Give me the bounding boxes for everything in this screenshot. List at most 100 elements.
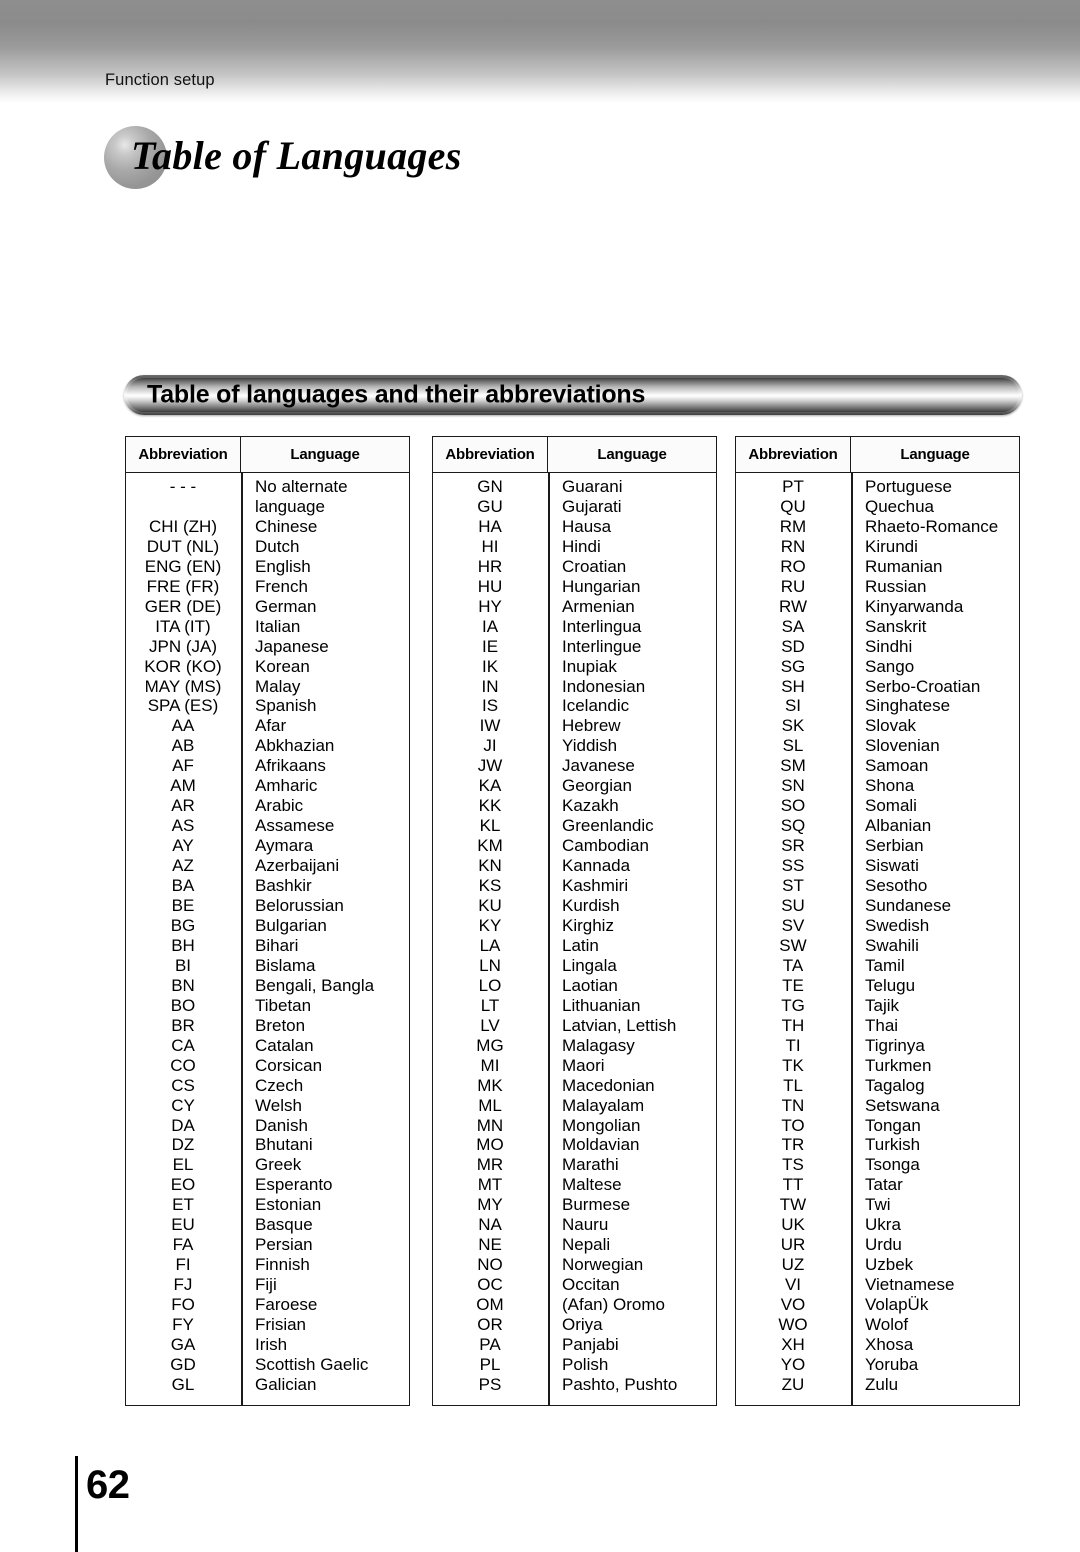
- table-row: NA Nauru: [433, 1215, 716, 1235]
- cell-abbreviation: HI: [481, 536, 499, 556]
- cell-abbreviation: OM: [476, 1295, 504, 1315]
- table-row: RW Kinyarwanda: [736, 597, 1019, 617]
- cell-abbreviation: EU: [171, 1215, 195, 1235]
- cell-abbreviation: BR: [171, 1015, 195, 1035]
- cell-abbreviation: IA: [481, 616, 499, 636]
- cell-language: Sesotho: [865, 876, 928, 896]
- table-row: TW Twi: [736, 1195, 1019, 1215]
- cell-language: Maltese: [562, 1175, 622, 1195]
- table-row: FA Persian: [126, 1235, 409, 1255]
- cell-abbreviation: UR: [780, 1235, 806, 1255]
- column-divider: [241, 473, 243, 1405]
- cell-language: Serbo-Croatian: [865, 676, 981, 696]
- cell-language: Slovak: [865, 716, 917, 736]
- section-banner: Table of languages and their abbreviatio…: [124, 375, 1022, 415]
- table-row: SW Swahili: [736, 936, 1019, 956]
- table-row: CA Catalan: [126, 1036, 409, 1056]
- cell-language: Lithuanian: [562, 995, 641, 1015]
- cell-abbreviation: SM: [780, 756, 806, 776]
- cell-abbreviation: AF: [172, 756, 194, 776]
- running-head: Function setup: [105, 71, 215, 89]
- table-row: EU Basque: [126, 1215, 409, 1235]
- cell-language: Georgian: [562, 776, 632, 796]
- table-row: BG Bulgarian: [126, 916, 409, 936]
- cell-language: Catalan: [255, 1035, 314, 1055]
- table-row: SO Somali: [736, 796, 1019, 816]
- cell-language: Abkhazian: [255, 736, 335, 756]
- table-header-row: Abbreviation Language: [433, 437, 716, 473]
- table-row: LN Lingala: [433, 956, 716, 976]
- table-row: IS Icelandic: [433, 696, 716, 716]
- cell-abbreviation: RO: [780, 556, 806, 576]
- cell-abbreviation: PL: [479, 1354, 501, 1374]
- table-row: TL Tagalog: [736, 1076, 1019, 1096]
- cell-language: Occitan: [562, 1275, 620, 1295]
- cell-abbreviation: SL: [782, 736, 804, 756]
- cell-language: Tajik: [865, 995, 900, 1015]
- cell-language: Kirundi: [865, 536, 918, 556]
- cell-language: Laotian: [562, 975, 618, 995]
- cell-abbreviation: TA: [782, 955, 804, 975]
- cell-language: Polish: [562, 1354, 609, 1374]
- cell-language: Yoruba: [865, 1354, 919, 1374]
- table-row: AZ Azerbaijani: [126, 856, 409, 876]
- cell-language: Scottish Gaelic: [255, 1354, 369, 1374]
- cell-language: Kurdish: [562, 896, 620, 916]
- table-row: IK Inupiak: [433, 657, 716, 677]
- cell-abbreviation: PS: [478, 1374, 502, 1394]
- table-row: ET Estonian: [126, 1195, 409, 1215]
- table-row: RU Russian: [736, 577, 1019, 597]
- cell-abbreviation: KK: [478, 796, 502, 816]
- cell-language: Dutch: [255, 536, 300, 556]
- table-row: BO Tibetan: [126, 996, 409, 1016]
- cell-language: Gujarati: [562, 496, 622, 516]
- cell-abbreviation: EO: [170, 1175, 196, 1195]
- cell-abbreviation: MG: [476, 1035, 504, 1055]
- table-row: GA Irish: [126, 1335, 409, 1355]
- column-header-language: Language: [290, 446, 360, 463]
- cell-abbreviation: DZ: [171, 1135, 195, 1155]
- cell-abbreviation: IN: [481, 676, 499, 696]
- table-row: SPA (ES) Spanish: [126, 696, 409, 716]
- cell-abbreviation: BE: [171, 896, 195, 916]
- cell-abbreviation: PA: [479, 1334, 501, 1354]
- cell-abbreviation: NO: [477, 1255, 503, 1275]
- table-row: BH Bihari: [126, 936, 409, 956]
- table-row: KY Kirghiz: [433, 916, 716, 936]
- table-body: - - - No alternate language CHI (ZH) Chines…: [126, 473, 409, 1405]
- cell-language: Malay: [255, 676, 301, 696]
- cell-language: Marathi: [562, 1155, 619, 1175]
- table-row: AR Arabic: [126, 796, 409, 816]
- cell-language: Pashto, Pushto: [562, 1374, 678, 1394]
- cell-abbreviation: SH: [781, 676, 805, 696]
- cell-abbreviation: AY: [172, 836, 194, 856]
- table-row: AS Assamese: [126, 816, 409, 836]
- cell-language: Cambodian: [562, 836, 649, 856]
- table-row: AF Afrikaans: [126, 756, 409, 776]
- table-row: LO Laotian: [433, 976, 716, 996]
- cell-abbreviation: SS: [781, 856, 805, 876]
- cell-abbreviation: LO: [478, 975, 502, 995]
- table-row: TH Thai: [736, 1016, 1019, 1036]
- cell-abbreviation: MR: [476, 1155, 504, 1175]
- cell-language: Rumanian: [865, 556, 943, 576]
- table-row: TA Tamil: [736, 956, 1019, 976]
- table-row: MAY (MS) Malay: [126, 677, 409, 697]
- cell-language: Tibetan: [255, 995, 312, 1015]
- cell-abbreviation: CHI (ZH): [149, 516, 217, 536]
- table-row: MI Maori: [433, 1056, 716, 1076]
- cell-abbreviation: ET: [172, 1195, 194, 1215]
- cell-abbreviation: BA: [171, 876, 195, 896]
- cell-abbreviation: HY: [478, 596, 502, 616]
- table-row: JPN (JA) Japanese: [126, 637, 409, 657]
- cell-language: Maori: [562, 1055, 605, 1075]
- cell-abbreviation: RN: [780, 536, 806, 556]
- table-row: RM Rhaeto-Romance: [736, 517, 1019, 537]
- cell-language: Bengali, Bangla: [255, 975, 375, 995]
- table-row: HU Hungarian: [433, 577, 716, 597]
- table-row: WO Wolof: [736, 1315, 1019, 1335]
- cell-abbreviation: AA: [171, 716, 195, 736]
- cell-abbreviation: YO: [780, 1354, 806, 1374]
- cell-language: Sanskrit: [865, 616, 927, 636]
- cell-language: Italian: [255, 616, 301, 636]
